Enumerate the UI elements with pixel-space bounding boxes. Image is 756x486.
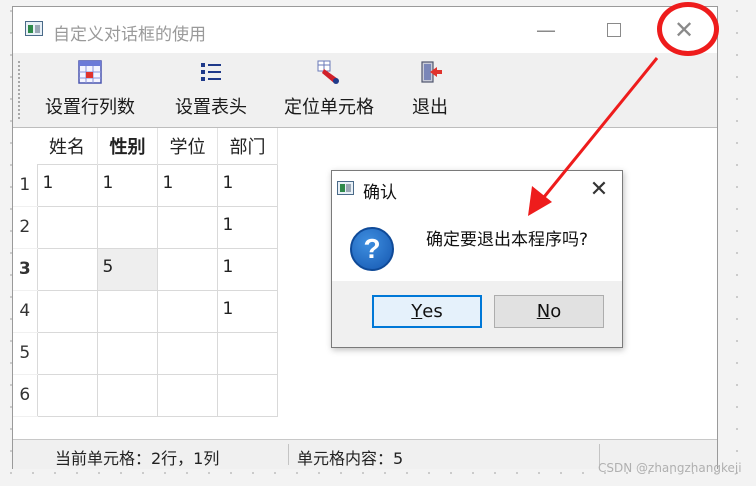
table-cell[interactable]: 1 bbox=[216, 247, 278, 291]
confirm-dialog: 确认 ✕ ? 确定要退出本程序吗? Yes No bbox=[331, 170, 623, 348]
toolbar: 设置行列数 设置表头 定位单元格 退出 bbox=[13, 53, 717, 128]
set-rows-cols-label: 设置行列数 bbox=[45, 97, 135, 118]
locate-cell-button[interactable]: 定位单元格 bbox=[284, 53, 374, 127]
title-bar: 自定义对话框的使用 — ✕ bbox=[13, 7, 717, 53]
yes-mnemonic: Y bbox=[411, 301, 423, 322]
yes-label: es bbox=[422, 301, 443, 322]
table-cell[interactable] bbox=[96, 373, 158, 417]
table-row: 1 1 1 1 1 bbox=[13, 163, 278, 207]
table-cell[interactable] bbox=[216, 331, 278, 375]
table-cell[interactable] bbox=[36, 205, 98, 249]
minimize-button[interactable]: — bbox=[523, 7, 569, 53]
table-cell-selected[interactable]: 5 bbox=[96, 247, 158, 291]
table-cell[interactable] bbox=[156, 247, 218, 291]
status-current-cell: 当前单元格：2行，1列 bbox=[55, 449, 220, 468]
table-cell[interactable] bbox=[36, 331, 98, 375]
corner-button[interactable] bbox=[13, 128, 37, 164]
table-cell[interactable] bbox=[156, 205, 218, 249]
table-row: 6 bbox=[13, 373, 278, 417]
row-header[interactable]: 1 bbox=[13, 164, 37, 207]
table-cell[interactable]: 1 bbox=[216, 163, 278, 207]
list-header-icon bbox=[198, 59, 224, 85]
app-icon bbox=[25, 21, 43, 36]
set-rows-cols-button[interactable]: 设置行列数 bbox=[45, 53, 135, 127]
table-cell[interactable] bbox=[36, 289, 98, 333]
row-header[interactable]: 5 bbox=[13, 332, 37, 375]
locate-cell-label: 定位单元格 bbox=[284, 97, 374, 118]
yes-button[interactable]: Yes bbox=[372, 295, 482, 328]
table-cell[interactable]: 1 bbox=[216, 289, 278, 333]
table-cell[interactable]: 1 bbox=[156, 163, 218, 207]
row-header[interactable]: 4 bbox=[13, 290, 37, 333]
question-icon: ? bbox=[350, 227, 394, 271]
row-header[interactable]: 2 bbox=[13, 206, 37, 249]
status-cell-content: 单元格内容：5 bbox=[297, 449, 404, 468]
table-cell[interactable] bbox=[156, 373, 218, 417]
table-row: 3 5 1 bbox=[13, 247, 278, 291]
data-table: 姓名 性别 学位 部门 1 1 1 1 1 2 1 3 5 1 4 1 5 6 bbox=[13, 128, 278, 417]
dialog-app-icon bbox=[337, 181, 354, 195]
locate-cell-icon bbox=[316, 59, 342, 85]
table-cell[interactable] bbox=[36, 373, 98, 417]
window-title: 自定义对话框的使用 bbox=[53, 25, 206, 45]
column-header[interactable]: 学位 bbox=[157, 128, 218, 164]
table-cell[interactable]: 1 bbox=[96, 163, 158, 207]
no-label: o bbox=[550, 301, 562, 322]
column-header[interactable]: 性别 bbox=[97, 128, 158, 164]
no-button[interactable]: No bbox=[494, 295, 604, 328]
table-cell[interactable] bbox=[216, 373, 278, 417]
exit-label: 退出 bbox=[412, 97, 448, 118]
table-cell[interactable] bbox=[156, 331, 218, 375]
grid-settings-icon bbox=[77, 59, 103, 85]
table-cell[interactable]: 1 bbox=[216, 205, 278, 249]
row-header[interactable]: 6 bbox=[13, 374, 37, 417]
toolbar-grip[interactable] bbox=[18, 61, 23, 119]
column-header[interactable]: 姓名 bbox=[37, 128, 98, 164]
maximize-button[interactable] bbox=[591, 7, 637, 53]
table-row: 4 1 bbox=[13, 289, 278, 333]
table-cell[interactable] bbox=[96, 289, 158, 333]
table-row: 2 1 bbox=[13, 205, 278, 249]
maximize-icon bbox=[607, 23, 621, 37]
dialog-title-bar: 确认 ✕ bbox=[332, 171, 622, 207]
minimize-icon: — bbox=[536, 18, 556, 42]
exit-button[interactable]: 退出 bbox=[412, 53, 448, 127]
status-divider bbox=[288, 444, 289, 465]
table-row: 5 bbox=[13, 331, 278, 375]
dialog-body: ? 确定要退出本程序吗? bbox=[332, 207, 622, 281]
table-cell[interactable] bbox=[96, 205, 158, 249]
set-header-label: 设置表头 bbox=[175, 97, 247, 118]
set-header-button[interactable]: 设置表头 bbox=[175, 53, 247, 127]
table-cell[interactable] bbox=[96, 331, 158, 375]
exit-door-icon bbox=[417, 59, 443, 85]
dialog-close-button[interactable]: ✕ bbox=[584, 174, 614, 204]
dialog-message: 确定要退出本程序吗? bbox=[426, 230, 589, 250]
dialog-title: 确认 bbox=[363, 183, 397, 203]
table-cell[interactable]: 1 bbox=[36, 163, 98, 207]
row-header[interactable]: 3 bbox=[13, 248, 37, 291]
column-header[interactable]: 部门 bbox=[217, 128, 278, 164]
no-mnemonic: N bbox=[536, 301, 551, 322]
table-cell[interactable] bbox=[36, 247, 98, 291]
annotation-circle bbox=[657, 2, 719, 56]
watermark: CSDN @zhangzhangkeji bbox=[598, 461, 742, 475]
header-row: 姓名 性别 学位 部门 bbox=[13, 128, 278, 164]
table-cell[interactable] bbox=[156, 289, 218, 333]
close-icon: ✕ bbox=[589, 176, 609, 202]
